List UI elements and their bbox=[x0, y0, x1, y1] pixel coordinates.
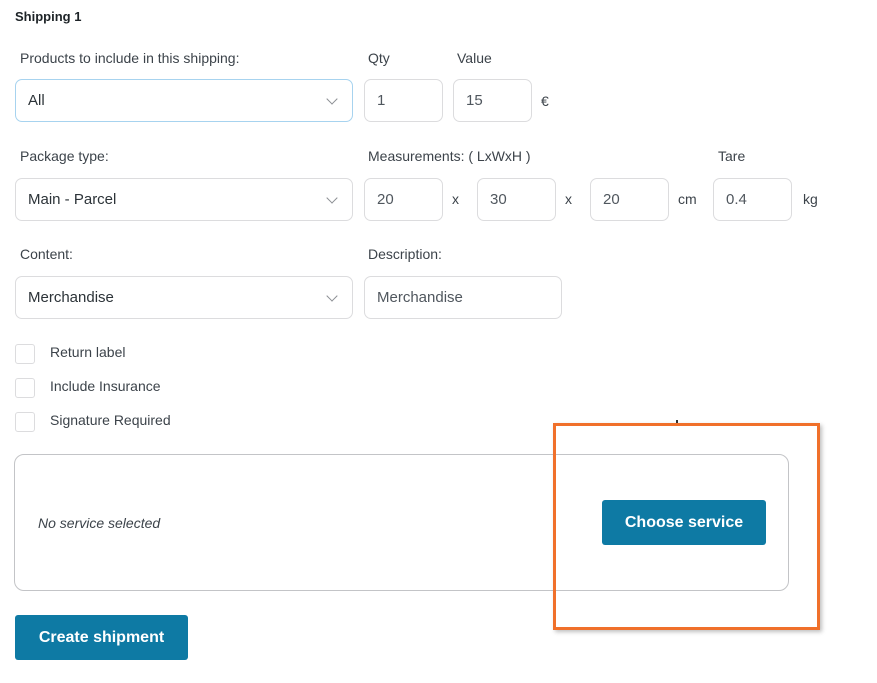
package-type-label: Package type: bbox=[20, 148, 109, 164]
width-input[interactable]: 30 bbox=[477, 178, 556, 221]
chevron-down-icon bbox=[326, 289, 338, 302]
description-input[interactable]: Merchandise bbox=[364, 276, 562, 319]
return-label-checkbox[interactable] bbox=[15, 344, 35, 364]
dimension-separator: x bbox=[452, 191, 459, 207]
highlight-annotation-box bbox=[553, 423, 820, 630]
length-input[interactable]: 20 bbox=[364, 178, 443, 221]
return-label-text: Return label bbox=[50, 344, 126, 360]
weight-unit: kg bbox=[803, 191, 818, 207]
chevron-down-icon bbox=[326, 92, 338, 105]
description-label: Description: bbox=[368, 246, 442, 262]
service-status: No service selected bbox=[38, 515, 161, 531]
insurance-checkbox[interactable] bbox=[15, 378, 35, 398]
value-label: Value bbox=[457, 50, 492, 66]
value-input[interactable]: 15 bbox=[453, 79, 532, 122]
qty-input[interactable]: 1 bbox=[364, 79, 443, 122]
dimension-separator: x bbox=[565, 191, 572, 207]
qty-label: Qty bbox=[368, 50, 390, 66]
products-select[interactable]: All bbox=[15, 79, 353, 122]
package-type-select-value: Main - Parcel bbox=[28, 191, 117, 208]
height-input-value: 20 bbox=[603, 191, 620, 208]
description-input-value: Merchandise bbox=[377, 289, 463, 306]
insurance-text: Include Insurance bbox=[50, 378, 161, 394]
create-shipment-button[interactable]: Create shipment bbox=[15, 615, 188, 660]
width-input-value: 30 bbox=[490, 191, 507, 208]
chevron-down-icon bbox=[326, 191, 338, 204]
height-input[interactable]: 20 bbox=[590, 178, 669, 221]
value-input-value: 15 bbox=[466, 92, 483, 109]
tare-label: Tare bbox=[718, 148, 746, 164]
measurements-label: Measurements: ( LxWxH ) bbox=[368, 148, 531, 164]
dimension-unit: cm bbox=[678, 191, 697, 207]
tare-input-value: 0.4 bbox=[726, 191, 747, 208]
length-input-value: 20 bbox=[377, 191, 394, 208]
products-select-value: All bbox=[28, 92, 45, 109]
products-label: Products to include in this shipping: bbox=[20, 50, 240, 66]
package-type-select[interactable]: Main - Parcel bbox=[15, 178, 353, 221]
content-select-value: Merchandise bbox=[28, 289, 114, 306]
currency-symbol: € bbox=[541, 93, 549, 109]
section-title: Shipping 1 bbox=[15, 9, 82, 24]
qty-input-value: 1 bbox=[377, 92, 386, 109]
signature-checkbox[interactable] bbox=[15, 412, 35, 432]
content-label: Content: bbox=[20, 246, 73, 262]
content-select[interactable]: Merchandise bbox=[15, 276, 353, 319]
tare-input[interactable]: 0.4 bbox=[713, 178, 792, 221]
signature-text: Signature Required bbox=[50, 412, 171, 428]
